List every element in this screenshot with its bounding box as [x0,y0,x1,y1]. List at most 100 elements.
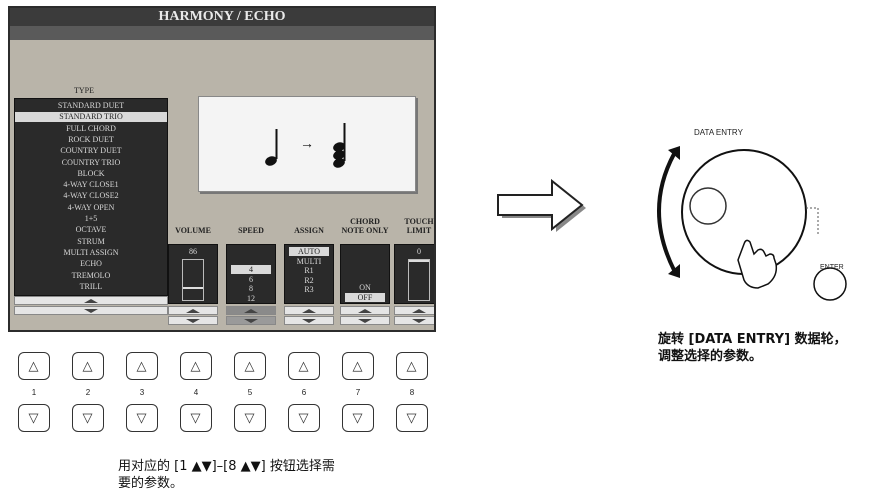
type-item[interactable]: STRUM [15,237,167,247]
type-item[interactable]: TRILL [15,282,167,292]
type-item[interactable]: FULL CHORD [15,124,167,134]
volume-values[interactable]: 86 [168,244,218,304]
assign-option[interactable]: R1 [285,266,333,275]
touch-limit-values[interactable]: 0 [394,244,434,304]
screen-title: HARMONY / ECHO [10,8,434,26]
button-4-down[interactable]: ▽ [180,404,212,432]
chord-note-only-down-button[interactable] [340,316,390,325]
button-2-down[interactable]: ▽ [72,404,104,432]
button-5-down[interactable]: ▽ [234,404,266,432]
down-triangle-icon: ▽ [352,410,363,425]
up-arrow-icon [302,309,316,313]
type-item[interactable]: ROCK DUET [15,135,167,145]
down-triangle-icon: ▽ [190,410,201,425]
dial-caption-line2: 调整选择的参数。 [658,349,763,364]
button-8-down[interactable]: ▽ [396,404,428,432]
type-item[interactable]: STANDARD TRIO [15,112,167,123]
type-item[interactable]: 4-WAY CLOSE1 [15,180,167,190]
down-arrow-icon [302,319,316,323]
volume-header: VOLUME [175,226,211,235]
button-number-label: 2 [85,388,91,397]
up-triangle-icon: △ [190,358,201,373]
chord-note-only-option[interactable]: ON [341,283,389,292]
touch-limit-up-button[interactable] [394,306,434,315]
assign-down-button[interactable] [284,316,334,325]
type-list[interactable]: STANDARD DUET STANDARD TRIO FULL CHORD ROCK… [14,98,168,296]
buttons-caption-line2: 要的参数。 [118,476,184,491]
button-4-up[interactable]: △ [180,352,212,380]
type-scroll-up-button[interactable] [14,296,168,305]
type-item[interactable]: OCTAVE [15,225,167,235]
speed-option[interactable]: 12 [227,294,275,303]
button-8-up[interactable]: △ [396,352,428,380]
type-item[interactable]: BLOCK [15,169,167,179]
button-number-label: 7 [355,388,361,397]
chord-note-only-up-button[interactable] [340,306,390,315]
button-1-up[interactable]: △ [18,352,50,380]
assign-up-button[interactable] [284,306,334,315]
type-item[interactable]: STANDARD DUET [15,101,167,111]
buttons-caption-line1: 用对应的 [1 ▲▼]–[8 ▲▼] 按钮选择需 [118,459,335,474]
button-2-up[interactable]: △ [72,352,104,380]
button-1-down[interactable]: ▽ [18,404,50,432]
down-arrow-icon [84,309,98,313]
assign-values[interactable]: AUTO MULTI R1 R2 R3 [284,244,334,304]
speed-option[interactable]: 6 [227,275,275,284]
button-3-down[interactable]: ▽ [126,404,158,432]
type-scroll-down-button[interactable] [14,306,168,315]
down-arrow-icon [412,319,426,323]
speed-up-button[interactable] [226,306,276,315]
transform-arrow-icon: → [300,135,314,151]
touch-limit-slider-handle [409,260,429,262]
up-triangle-icon: △ [298,358,309,373]
speed-down-button[interactable] [226,316,276,325]
type-item[interactable]: 1+5 [15,214,167,224]
touch-limit-down-button[interactable] [394,316,434,325]
button-6-up[interactable]: △ [288,352,320,380]
type-item[interactable]: 4-WAY CLOSE2 [15,191,167,201]
flow-arrow-icon [497,178,586,232]
type-item[interactable]: TREMOLO [15,271,167,281]
chord-note-only-values[interactable]: ON OFF [340,244,390,304]
up-arrow-icon [412,309,426,313]
type-item[interactable]: 4-WAY OPEN [15,203,167,213]
button-7-down[interactable]: ▽ [342,404,374,432]
button-number-label: 3 [139,388,145,397]
up-triangle-icon: △ [406,358,417,373]
touch-limit-slider[interactable] [408,259,430,301]
type-item[interactable]: COUNTRY DUET [15,146,167,156]
assign-header: ASSIGN [294,226,324,235]
volume-up-button[interactable] [168,306,218,315]
type-label: TYPE [74,86,94,95]
up-triangle-icon: △ [136,358,147,373]
data-entry-dial-illustration[interactable] [646,136,866,312]
button-7-up[interactable]: △ [342,352,374,380]
button-number-label: 1 [31,388,37,397]
button-3-up[interactable]: △ [126,352,158,380]
up-arrow-icon [84,299,98,303]
up-arrow-icon [186,309,200,313]
harmony-preview: → [198,96,416,192]
down-triangle-icon: ▽ [28,410,39,425]
volume-down-button[interactable] [168,316,218,325]
screen-subbar [10,26,434,40]
assign-option[interactable]: R3 [285,285,333,294]
type-item[interactable]: MULTI ASSIGN [15,248,167,258]
assign-option[interactable]: R2 [285,276,333,285]
speed-values[interactable]: 4 6 8 12 [226,244,276,304]
up-triangle-icon: △ [82,358,93,373]
down-triangle-icon: ▽ [136,410,147,425]
assign-option[interactable]: AUTO [289,247,329,256]
button-number-label: 5 [247,388,253,397]
assign-option[interactable]: MULTI [285,257,333,266]
type-item[interactable]: ECHO [15,259,167,269]
harmony-echo-screen: HARMONY / ECHO TYPE STANDARD DUET STANDAR… [8,6,436,332]
speed-option[interactable]: 4 [231,265,271,274]
type-item[interactable]: COUNTRY TRIO [15,158,167,168]
volume-slider[interactable] [182,259,204,301]
chord-note-only-option[interactable]: OFF [345,292,385,302]
down-triangle-icon: ▽ [406,410,417,425]
button-5-up[interactable]: △ [234,352,266,380]
button-6-down[interactable]: ▽ [288,404,320,432]
speed-option[interactable]: 8 [227,284,275,293]
